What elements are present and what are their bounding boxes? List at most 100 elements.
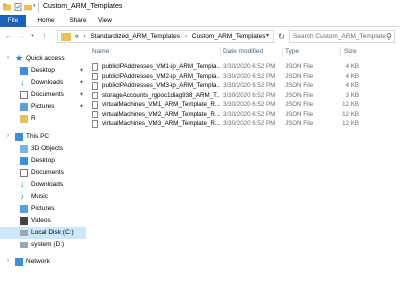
- properties-icon[interactable]: [14, 3, 22, 11]
- sidebar-item-downloads[interactable]: ↓ Downloads ✦: [0, 77, 86, 89]
- json-file-icon: [92, 63, 98, 71]
- tab-home[interactable]: Home: [36, 15, 56, 27]
- documents-icon: [20, 169, 28, 177]
- expand-chevron-icon[interactable]: ›: [7, 258, 9, 264]
- refresh-icon[interactable]: ↻: [278, 32, 285, 41]
- column-divider[interactable]: [220, 47, 221, 57]
- sidebar-item-music[interactable]: ♪ Music: [0, 191, 86, 203]
- title-bar: ▾ Custom_ARM_Templates: [0, 0, 400, 15]
- 3d-objects-icon: [20, 145, 28, 153]
- expand-chevron-icon[interactable]: ›: [7, 55, 9, 61]
- file-date: 3/30/2020 6:52 PM: [223, 120, 276, 127]
- folder-icon: [61, 33, 71, 41]
- file-name: virtualMachines_VM1_ARM_Template_R...: [102, 101, 220, 108]
- sidebar-item-videos[interactable]: Videos: [0, 215, 86, 227]
- nav-label: Desktop: [31, 67, 55, 74]
- tab-view[interactable]: View: [95, 15, 115, 27]
- column-header-size[interactable]: Size: [344, 48, 357, 55]
- new-folder-icon[interactable]: [24, 3, 32, 11]
- nav-label: Pictures: [31, 205, 55, 212]
- file-row[interactable]: virtualMachines_VM3_ARM_Template_R... 3/…: [86, 119, 400, 129]
- window-title: Custom_ARM_Templates: [43, 3, 123, 10]
- breadcrumb-segment-current[interactable]: Custom_ARM_Templates: [192, 33, 266, 40]
- expand-chevron-icon[interactable]: ›: [7, 133, 9, 139]
- breadcrumb-separator[interactable]: ›: [83, 33, 85, 40]
- file-size: 12 KB: [342, 110, 359, 118]
- address-bar[interactable]: « › Standardized_ARM_Templates › Custom_…: [57, 30, 274, 43]
- recent-locations-chevron-icon[interactable]: ▾: [28, 31, 37, 42]
- sidebar-item-pictures[interactable]: Pictures ✦: [0, 101, 86, 113]
- sidebar-item-local-disk[interactable]: Local Disk (C:): [0, 227, 86, 239]
- search-input[interactable]: Search Custom_ARM_Template... ⚲: [289, 30, 395, 43]
- sidebar-item-desktop[interactable]: Desktop ✦: [0, 65, 86, 77]
- pin-icon: ✦: [78, 92, 84, 98]
- address-dropdown-chevron-icon[interactable]: ▾: [266, 32, 269, 39]
- pin-icon: ✦: [78, 68, 84, 74]
- back-arrow-icon[interactable]: ←: [4, 31, 13, 42]
- search-placeholder: Search Custom_ARM_Template...: [293, 33, 392, 40]
- address-row: ← → ▾ ↑ « › Standardized_ARM_Templates ›…: [0, 27, 400, 47]
- file-name: storageAccounts_rgpoc1diag938_ARM_T...: [102, 91, 220, 99]
- sidebar-item-r[interactable]: R: [0, 113, 86, 125]
- nav-network[interactable]: › Network: [0, 256, 86, 268]
- breadcrumb-overflow[interactable]: «: [75, 33, 79, 40]
- tab-share[interactable]: Share: [67, 15, 89, 27]
- sidebar-item-desktop-pc[interactable]: Desktop: [0, 155, 86, 167]
- json-file-icon: [92, 120, 98, 128]
- breadcrumb-separator[interactable]: ›: [185, 33, 187, 40]
- nav-label: Desktop: [31, 157, 55, 164]
- nav-label: This PC: [26, 133, 50, 140]
- sidebar-item-system-d[interactable]: system (D:): [0, 239, 86, 251]
- file-row[interactable]: publicIPAddresses_VM2-ip_ARM_Templa... 3…: [86, 72, 400, 82]
- nav-label: R: [31, 115, 36, 122]
- navigation-pane: › ★ Quick access Desktop ✦ ↓ Downloads ✦…: [0, 47, 86, 284]
- downloads-icon: ↓: [20, 179, 25, 189]
- file-name: virtualMachines_VM3_ARM_Template_R...: [102, 120, 220, 127]
- file-size: 12 KB: [342, 120, 359, 127]
- column-header-name[interactable]: Name: [92, 48, 109, 55]
- forward-arrow-icon[interactable]: →: [17, 31, 26, 42]
- sidebar-item-3d-objects[interactable]: 3D Objects: [0, 143, 86, 155]
- file-date: 3/30/2020 6:52 PM: [223, 91, 276, 99]
- nav-label: Pictures: [31, 103, 55, 110]
- nav-label: system (D:): [31, 241, 65, 248]
- column-divider[interactable]: [282, 47, 283, 57]
- drive-icon: [20, 242, 28, 248]
- ribbon: File Home Share View: [0, 15, 400, 27]
- pin-icon: ✦: [78, 104, 84, 110]
- folder-app-icon: [3, 3, 11, 11]
- music-icon: ♪: [20, 192, 24, 201]
- up-arrow-icon[interactable]: ↑: [40, 31, 49, 42]
- network-icon: [15, 258, 23, 266]
- breadcrumb-segment[interactable]: Standardized_ARM_Templates: [90, 33, 180, 40]
- tab-file[interactable]: File: [0, 15, 26, 27]
- column-divider[interactable]: [340, 47, 341, 57]
- sidebar-item-documents-pc[interactable]: Documents: [0, 167, 86, 179]
- file-row[interactable]: publicIPAddresses_VM3-ip_ARM_Templa... 3…: [86, 81, 400, 91]
- file-name: virtualMachines_VM2_ARM_Template_R...: [102, 110, 220, 118]
- customize-toolbar-chevron-icon[interactable]: ▾: [33, 3, 36, 9]
- nav-label: 3D Objects: [31, 145, 64, 152]
- sidebar-item-pictures-pc[interactable]: Pictures: [0, 203, 86, 215]
- file-row[interactable]: publicIPAddresses_VM1-ip_ARM_Templa... 3…: [86, 62, 400, 72]
- file-size: 4 KB: [345, 63, 359, 70]
- file-row[interactable]: virtualMachines_VM1_ARM_Template_R... 3/…: [86, 100, 400, 110]
- nav-quick-access[interactable]: › ★ Quick access: [0, 53, 86, 65]
- nav-label: Network: [26, 258, 50, 265]
- file-row[interactable]: virtualMachines_VM2_ARM_Template_R... 3/…: [86, 110, 400, 120]
- file-date: 3/30/2020 6:52 PM: [223, 82, 276, 89]
- desktop-icon: [20, 67, 28, 75]
- videos-icon: [20, 217, 28, 225]
- nav-this-pc[interactable]: › This PC: [0, 131, 86, 143]
- pictures-icon: [20, 205, 28, 213]
- file-row[interactable]: storageAccounts_rgpoc1diag938_ARM_T... 3…: [86, 91, 400, 101]
- column-header-type[interactable]: Type: [285, 48, 299, 55]
- sidebar-item-documents[interactable]: Documents ✦: [0, 89, 86, 101]
- sidebar-item-downloads-pc[interactable]: ↓ Downloads: [0, 179, 86, 191]
- file-date: 3/30/2020 6:52 PM: [223, 63, 276, 70]
- file-size: 3 KB: [345, 91, 359, 99]
- nav-label: Documents: [31, 91, 64, 98]
- column-header-date[interactable]: Date modified: [223, 48, 263, 55]
- nav-label: Local Disk (C:): [31, 229, 74, 236]
- pin-icon: ✦: [78, 80, 84, 86]
